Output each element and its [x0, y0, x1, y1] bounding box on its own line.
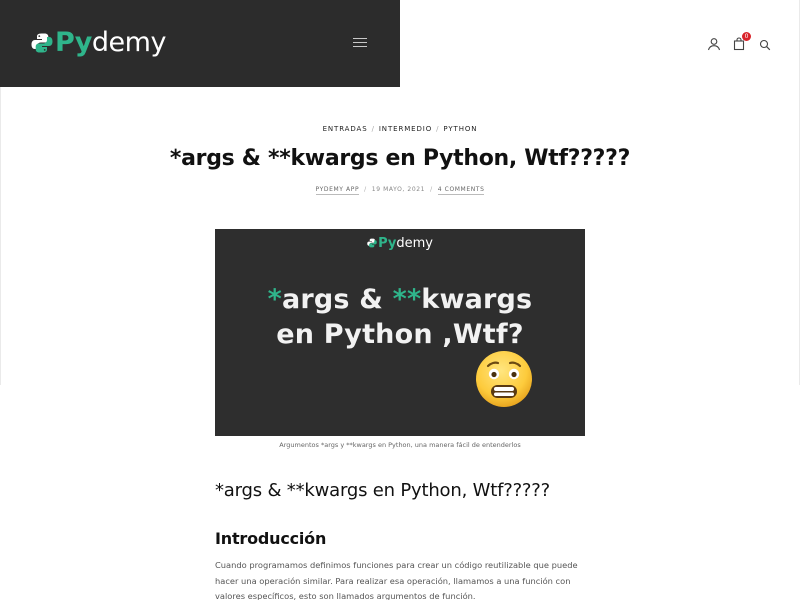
logo-wordmark: Pydemy: [55, 27, 166, 59]
category-list: ENTRADAS / INTERMEDIO / PYTHON: [0, 125, 800, 133]
search-icon[interactable]: [759, 36, 775, 52]
category-link-python[interactable]: PYTHON: [443, 125, 477, 133]
featured-headline-line1: *args & **kwargs: [215, 284, 585, 315]
section-heading-introduccion: Introducción: [215, 529, 327, 548]
category-link-entradas[interactable]: ENTRADAS: [323, 125, 368, 133]
byline-separator: /: [364, 186, 367, 193]
featured-headline-line2: en Python ,Wtf?: [276, 319, 524, 350]
header-actions: 0: [400, 32, 800, 56]
featured-star: *: [267, 284, 282, 315]
featured-logo-py: Py: [378, 236, 397, 251]
category-separator: /: [371, 125, 375, 133]
post-date: 19 MAYO, 2021: [371, 186, 426, 193]
menu-icon[interactable]: [353, 38, 367, 48]
featured-star: **: [392, 284, 422, 315]
post-title: *args & **kwargs en Python, Wtf?????: [169, 146, 631, 171]
logo-demy: demy: [91, 27, 167, 58]
featured-logo: Pydemy: [215, 236, 585, 251]
shocked-face-emoji-icon: [476, 351, 532, 407]
category-link-intermedio[interactable]: INTERMEDIO: [379, 125, 432, 133]
cart-count-badge: 0: [742, 32, 751, 41]
comments-link[interactable]: 4 COMMENTS: [437, 186, 485, 195]
post-byline: PYDEMY APP / 19 MAYO, 2021 / 4 COMMENTS: [0, 186, 800, 195]
author-link[interactable]: PYDEMY APP: [315, 186, 360, 195]
logo-py: Py: [55, 27, 92, 58]
content-heading: *args & **kwargs en Python, Wtf?????: [215, 480, 550, 501]
image-caption: Argumentos *args y **kwargs en Python, u…: [279, 441, 521, 449]
site-logo[interactable]: Pydemy: [31, 27, 166, 59]
bag-icon[interactable]: 0: [733, 32, 751, 52]
featured-word: kwargs: [421, 284, 533, 315]
category-separator: /: [436, 125, 440, 133]
user-icon[interactable]: [707, 36, 723, 52]
featured-image: Pydemy *args & **kwargs en Python ,Wtf?: [215, 229, 585, 436]
intro-paragraph: Cuando programamos definimos funciones p…: [215, 560, 578, 600]
python-logo-icon: [367, 238, 377, 248]
python-logo-icon: [31, 33, 53, 53]
featured-word: args &: [281, 284, 393, 315]
byline-separator: /: [430, 186, 433, 193]
brand-bar: Pydemy: [0, 0, 400, 87]
featured-logo-demy: demy: [396, 236, 433, 251]
